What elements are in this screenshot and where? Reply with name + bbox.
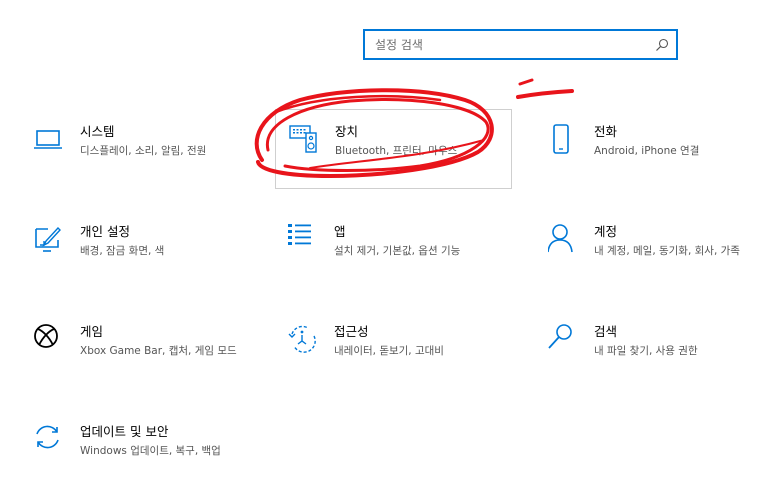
tile-description: Windows 업데이트, 복구, 백업 (80, 445, 221, 457)
keyboard-speaker-icon (289, 125, 317, 153)
tile-apps[interactable]: 앱 설치 제거, 기본값, 옵션 기능 (288, 224, 508, 290)
tile-description: 디스플레이, 소리, 알림, 전원 (80, 145, 207, 157)
tile-title: 전화 (594, 124, 618, 139)
tile-description: 설치 제거, 기본값, 옵션 기능 (334, 245, 461, 257)
tile-description: 내레이터, 돋보기, 고대비 (334, 345, 444, 357)
tile-personalization[interactable]: 개인 설정 배경, 잠금 화면, 색 (34, 224, 234, 290)
tile-devices[interactable]: 장치 Bluetooth, 프린터, 마우스 (275, 109, 512, 189)
search-box[interactable] (363, 29, 678, 60)
tile-system[interactable]: 시스템 디스플레이, 소리, 알림, 전원 (34, 124, 234, 190)
settings-home: 시스템 디스플레이, 소리, 알림, 전원 장치 Bluetooth, 프린터,… (0, 0, 773, 490)
magnifier-icon (548, 324, 572, 349)
phone-icon (553, 124, 569, 154)
tile-title: 시스템 (80, 124, 115, 139)
apps-list-icon (288, 224, 311, 245)
tile-description: Android, iPhone 연결 (594, 145, 700, 157)
tile-title: 업데이트 및 보안 (80, 424, 169, 439)
person-icon (548, 224, 573, 253)
ease-of-access-icon (288, 325, 316, 353)
tile-description: 내 파일 찾기, 사용 권한 (594, 345, 698, 357)
tile-phone[interactable]: 전화 Android, iPhone 연결 (548, 124, 758, 190)
tile-description: Xbox Game Bar, 캡처, 게임 모드 (80, 345, 237, 357)
paint-brush-icon (35, 226, 61, 252)
tile-ease-of-access[interactable]: 접근성 내레이터, 돋보기, 고대비 (288, 324, 508, 390)
tile-title: 게임 (80, 324, 104, 339)
tile-title: 개인 설정 (80, 224, 130, 239)
tile-search[interactable]: 검색 내 파일 찾기, 사용 권한 (548, 324, 758, 390)
laptop-icon (34, 130, 62, 149)
tile-update-security[interactable]: 업데이트 및 보안 Windows 업데이트, 복구, 백업 (34, 424, 254, 490)
search-icon[interactable] (655, 38, 669, 52)
sync-icon (36, 425, 59, 449)
tile-gaming[interactable]: 게임 Xbox Game Bar, 캡처, 게임 모드 (34, 324, 237, 390)
tile-title: 검색 (594, 324, 618, 339)
tile-description: 내 계정, 메일, 동기화, 회사, 가족 (594, 245, 740, 257)
tile-description: 배경, 잠금 화면, 색 (80, 245, 165, 257)
tile-title: 앱 (334, 224, 346, 239)
tile-accounts[interactable]: 계정 내 계정, 메일, 동기화, 회사, 가족 (548, 224, 758, 290)
tile-title: 계정 (594, 224, 618, 239)
search-input[interactable] (365, 31, 645, 58)
tile-description: Bluetooth, 프린터, 마우스 (335, 145, 458, 157)
xbox-icon (34, 324, 58, 348)
tile-title: 장치 (335, 124, 359, 139)
tile-title: 접근성 (334, 324, 369, 339)
